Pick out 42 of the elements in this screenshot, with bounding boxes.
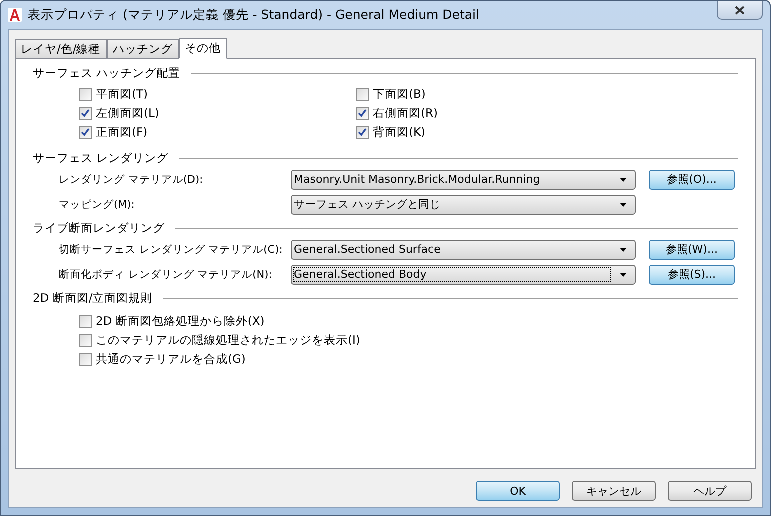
dialog-button[interactable]: OK [476, 481, 560, 501]
close-button[interactable] [717, 1, 763, 20]
dropdown[interactable]: Masonry.Unit Masonry.Brick.Modular.Running [291, 170, 636, 190]
checkmark-icon [358, 109, 367, 118]
tab[interactable]: レイヤ/色/線種 [15, 39, 107, 58]
section-heading: 2D 断面図/立面図規則 [33, 290, 153, 306]
field-label: レンダリング マテリアル(D): [59, 172, 204, 186]
dropdown-arrow-icon [620, 202, 627, 206]
checkbox[interactable]: このマテリアルの隠線処理されたエッジを表示(I) [79, 332, 738, 349]
dropdown[interactable]: サーフェス ハッチングと同じ [291, 194, 636, 214]
close-icon [735, 6, 745, 14]
dropdown[interactable]: General.Sectioned Surface [291, 240, 636, 260]
browse-button[interactable]: 参照(W)... [649, 240, 735, 260]
section-heading: サーフェス レンダリング [33, 150, 169, 166]
checkbox[interactable]: 下面図(B) [356, 86, 738, 103]
browse-button[interactable]: 参照(O)... [649, 170, 735, 190]
checkmark-icon [81, 128, 90, 137]
checkbox[interactable]: 正面図(F) [79, 124, 356, 141]
window-title: 表示プロパティ (マテリアル定義 優先 - Standard) - General Medium Detail [28, 6, 480, 24]
dropdown-arrow-icon [620, 272, 627, 276]
section-heading: サーフェス ハッチング配置 [33, 66, 181, 80]
checkmark-icon [358, 128, 367, 137]
dropdown-arrow-icon [620, 248, 627, 252]
checkmark-icon [81, 109, 90, 118]
checkbox[interactable]: 共通のマテリアルを合成(G) [79, 351, 738, 368]
dropdown-arrow-icon [620, 178, 627, 182]
checkbox[interactable]: 右側面図(R) [356, 105, 738, 122]
browse-button[interactable]: 参照(S)... [649, 264, 735, 284]
checkbox[interactable]: 平面図(T) [79, 86, 356, 103]
field-label: 切断サーフェス レンダリング マテリアル(C): [59, 242, 284, 256]
checkbox[interactable]: 2D 断面図包絡処理から除外(X) [79, 313, 738, 330]
app-logo-icon [8, 8, 22, 22]
dialog-button[interactable]: キャンセル [572, 481, 656, 501]
dropdown[interactable]: General.Sectioned Body [291, 264, 636, 284]
tab[interactable]: ハッチング [106, 39, 179, 58]
checkbox[interactable]: 左側面図(L) [79, 105, 356, 122]
dialog-button[interactable]: ヘルプ [668, 481, 752, 501]
checkbox[interactable]: 背面図(K) [356, 124, 738, 141]
tab[interactable]: その他 [178, 38, 227, 59]
field-label: 断面化ボディ レンダリング マテリアル(N): [59, 268, 274, 282]
section-heading: ライブ断面レンダリング [33, 220, 165, 236]
field-label: マッピング(M): [59, 198, 136, 212]
